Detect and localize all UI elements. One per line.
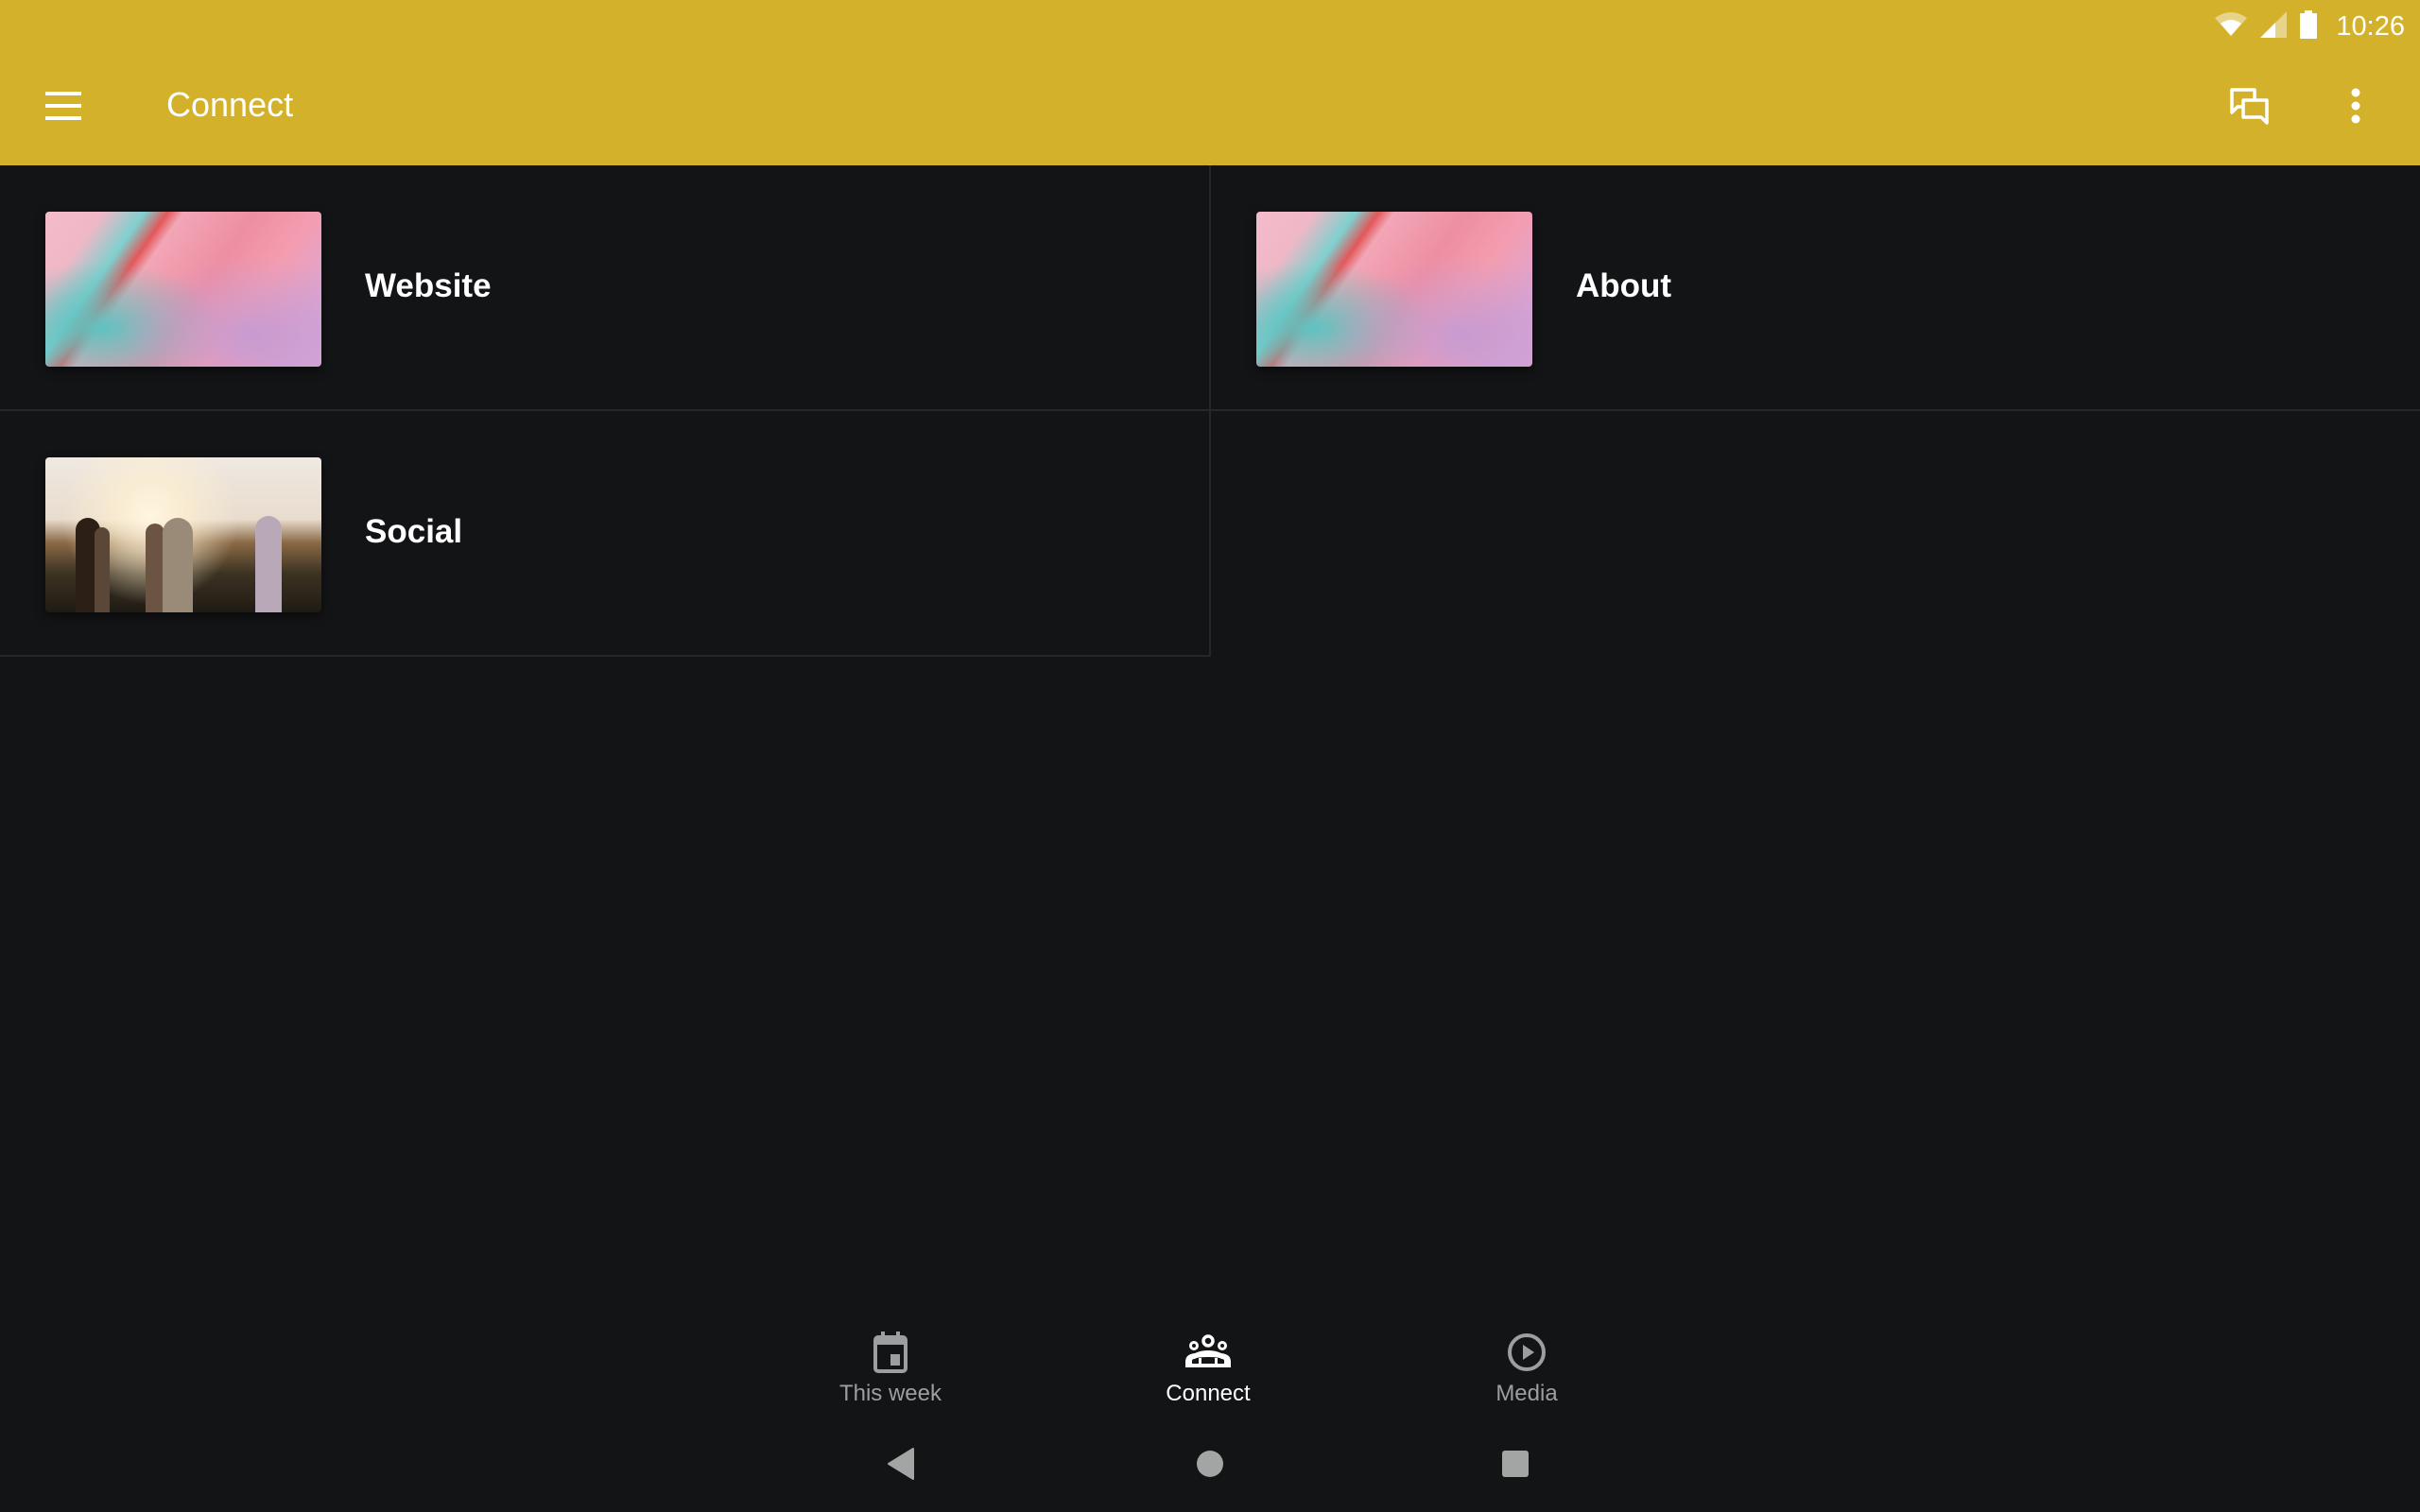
chat-button[interactable] [2223,79,2276,132]
tile-image-marble [45,212,321,367]
recents-square-icon [1502,1451,1529,1477]
nav-media[interactable]: Media [1432,1332,1621,1407]
page-title: Connect [166,85,294,124]
battery-icon [2300,9,2318,43]
signal-icon [2260,10,2288,43]
nav-label: This week [838,1381,942,1406]
nav-this-week[interactable]: This week [796,1332,985,1407]
tile-label: Website [365,267,492,304]
back-triangle-icon [888,1448,914,1480]
wifi-icon [2215,11,2248,42]
calendar-icon [873,1332,908,1373]
nav-connect[interactable]: Connect [1114,1332,1303,1407]
hamburger-icon [45,92,81,95]
tile-label: Social [365,513,463,550]
bottom-navigation: This week Connect Media [0,1318,2420,1422]
tile-social[interactable]: Social [0,411,1211,657]
tile-image-friends [45,457,321,612]
status-bar: 10:26 [2215,0,2405,53]
home-button[interactable] [1196,1450,1224,1483]
recents-button[interactable] [1501,1450,1530,1483]
more-vert-icon [2351,88,2360,124]
home-circle-icon [1197,1451,1223,1477]
tile-label: About [1576,267,1672,304]
app-bar: 10:26 Connect [0,0,2420,165]
chat-icon [2230,88,2269,125]
menu-button[interactable] [45,83,91,129]
clock: 10:26 [2336,10,2405,42]
tile-about[interactable]: About [1211,165,2420,411]
system-navigation-bar [0,1436,2420,1493]
groups-icon [1185,1334,1231,1367]
play-circle-icon [1508,1333,1546,1371]
tile-image-marble [1256,212,1532,367]
overflow-menu-button[interactable] [2329,79,2382,132]
back-button[interactable] [887,1448,915,1485]
nav-label: Media [1495,1381,1558,1406]
tile-website[interactable]: Website [0,165,1211,411]
nav-label: Connect [1166,1381,1251,1406]
